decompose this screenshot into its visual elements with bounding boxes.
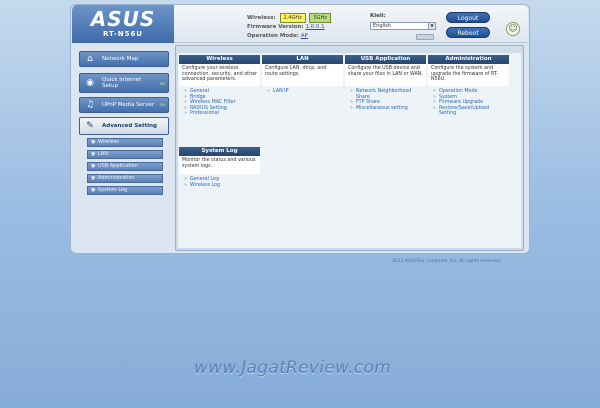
submenu-label: Wireless <box>98 139 119 145</box>
language-label: Kieli: <box>370 13 386 19</box>
copyright-text: 2011 ASUSTek Computer Inc. All rights re… <box>392 259 502 264</box>
link-wireless-log[interactable]: Wireless Log <box>184 183 255 189</box>
bullet-icon: ● <box>91 187 96 193</box>
submenu-wireless[interactable]: ● Wireless <box>87 138 163 147</box>
section-usb-application: USB Application Configure the USB device… <box>345 55 426 114</box>
language-area: Kieli: English ▼ <box>370 13 436 40</box>
menu-label: Network Map <box>102 56 139 62</box>
status-badge: ON <box>159 82 165 86</box>
link-professional[interactable]: Professional <box>184 111 255 117</box>
submenu-usb-application[interactable]: ● USB Application <box>87 162 163 171</box>
menu-label: Advanced Setting <box>102 123 157 129</box>
operation-mode-link[interactable]: AP <box>301 33 308 39</box>
section-title: Wireless <box>179 55 260 64</box>
section-desc: Configure LAN, dhcp, and route settings. <box>262 64 343 86</box>
menu-quick-internet-setup[interactable]: ◉ Quick Internet Setup ON <box>79 73 169 93</box>
wrench-icon: ✎ <box>86 121 94 131</box>
reboot-button[interactable]: Reboot <box>446 27 490 38</box>
media-icon: ♫ <box>85 100 95 110</box>
bullet-icon: ● <box>91 151 96 157</box>
section-desc: Configure the system and upgrade the fir… <box>428 64 509 86</box>
submenu-label: LAN <box>98 151 109 157</box>
section-wireless: Wireless Configure your wireless connect… <box>179 55 260 120</box>
menu-label: Quick Internet Setup <box>102 77 142 89</box>
section-title: System Log <box>179 147 260 156</box>
logout-button[interactable]: Logout <box>446 12 490 23</box>
section-desc: Configure your wireless connection, secu… <box>179 64 260 86</box>
menu-upnp-media-server[interactable]: ♫ UPnP Media Server ON <box>79 97 169 113</box>
band-24-badge[interactable]: 2.4GHz <box>279 13 306 23</box>
section-links: General Log Wireless Log <box>179 174 260 191</box>
section-administration: Administration Configure the system and … <box>428 55 509 120</box>
watermark-text: www.JagatReview.com <box>194 358 392 378</box>
chevron-down-icon: ▼ <box>428 23 435 29</box>
submenu-administration[interactable]: ● Administration <box>87 174 163 183</box>
link-lan-ip[interactable]: LAN IP <box>267 89 338 95</box>
menu-label: UPnP Media Server <box>102 102 155 108</box>
section-title: USB Application <box>345 55 426 64</box>
section-links: LAN IP <box>262 86 343 98</box>
bullet-icon: ● <box>91 139 96 145</box>
section-links: Operation Mode System Firmware Upgrade R… <box>428 86 509 120</box>
globe-icon: ◉ <box>86 78 94 88</box>
firmware-version-link[interactable]: 1.0.0.1 <box>305 24 324 30</box>
wireless-status: Wireless: 2.4GHz 5GHz <box>247 13 331 23</box>
section-links: Network Neighborhood Share FTP Share Mis… <box>345 86 426 114</box>
section-links: General Bridge Wireless MAC Filter RADIU… <box>179 86 260 120</box>
submenu-label: USB Application <box>98 163 138 169</box>
firmware-label: Firmware Version: <box>247 24 304 30</box>
section-desc: Monitor the status and various system lo… <box>179 156 260 174</box>
band-5-badge[interactable]: 5GHz <box>309 13 331 23</box>
link-network-neighborhood-share[interactable]: Network Neighborhood Share <box>350 89 421 100</box>
header-bar: ASUS RT-N56U Wireless: 2.4GHz 5GHz Firmw… <box>72 5 528 43</box>
help-face-icon[interactable]: ☺ <box>506 22 520 36</box>
asus-logo: ASUS <box>90 7 156 31</box>
status-badge: ON <box>159 103 165 107</box>
section-lan: LAN Configure LAN, dhcp, and route setti… <box>262 55 343 98</box>
model-name: RT-N56U <box>102 30 143 38</box>
language-selected: English <box>373 23 392 29</box>
submenu-label: Administration <box>98 175 135 181</box>
bullet-icon: ● <box>91 175 96 181</box>
section-title: Administration <box>428 55 509 64</box>
menu-network-map[interactable]: ⌂ Network Map <box>79 51 169 67</box>
section-title: LAN <box>262 55 343 64</box>
submenu-system-log[interactable]: ● System Log <box>87 186 163 195</box>
submenu-label: System Log <box>98 187 128 193</box>
submenu-lan[interactable]: ● LAN <box>87 150 163 159</box>
brand-panel: ASUS RT-N56U <box>72 5 174 43</box>
bullet-icon: ● <box>91 163 96 169</box>
language-select[interactable]: English ▼ <box>370 22 436 30</box>
section-system-log: System Log Monitor the status and variou… <box>179 147 260 191</box>
mode-status: Operation Mode: AP <box>247 33 308 39</box>
network-icon: ⌂ <box>87 54 93 64</box>
section-desc: Configure the USB device and share your … <box>345 64 426 86</box>
wireless-label: Wireless: <box>247 15 276 21</box>
language-apply-button[interactable] <box>416 34 434 40</box>
link-miscellaneous-setting[interactable]: Miscellaneous setting <box>350 106 421 112</box>
link-restore-save-upload[interactable]: Restore/Save/Upload Setting <box>433 106 504 117</box>
mode-label: Operation Mode: <box>247 33 300 39</box>
menu-advanced-setting[interactable]: ✎ Advanced Setting <box>79 117 169 135</box>
firmware-status: Firmware Version: 1.0.0.1 <box>247 24 325 30</box>
